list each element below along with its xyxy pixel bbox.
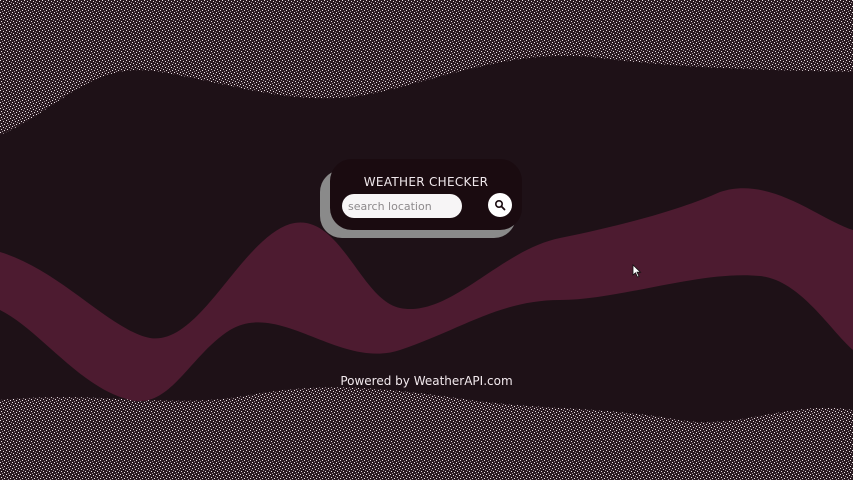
search-icon — [494, 199, 506, 211]
background-waves — [0, 0, 853, 480]
search-button[interactable] — [488, 193, 512, 217]
mouse-cursor-icon — [632, 264, 642, 278]
app-title: WEATHER CHECKER — [363, 175, 489, 189]
weather-card: WEATHER CHECKER — [330, 159, 522, 230]
search-input[interactable] — [342, 194, 462, 218]
footer-credit: Powered by WeatherAPI.com — [340, 374, 513, 388]
